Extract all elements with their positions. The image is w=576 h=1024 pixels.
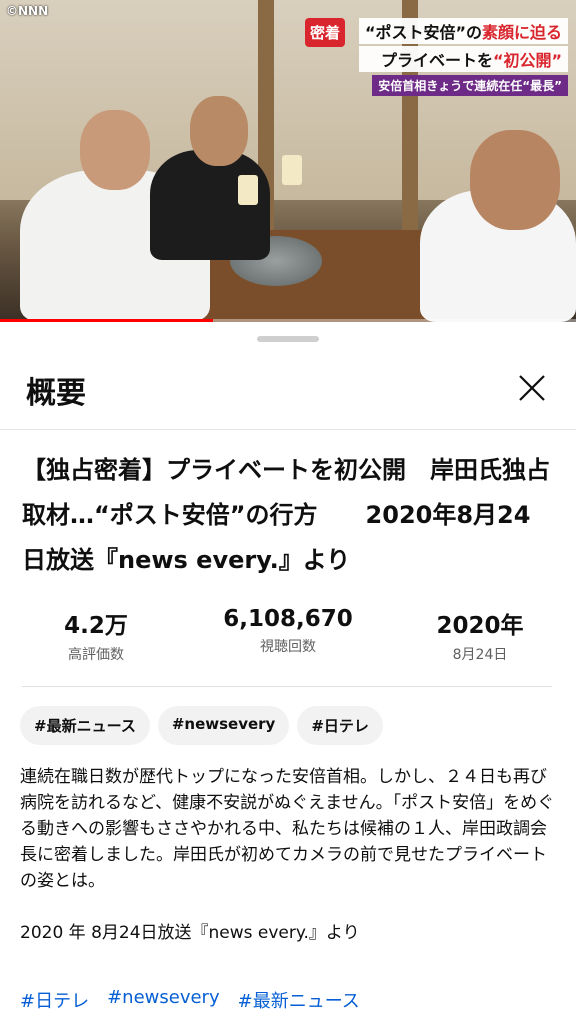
caption-line-2: プライベートを“初公開” (358, 46, 568, 72)
stat-value: 2020年 (436, 613, 524, 639)
video-glass (282, 155, 302, 185)
description-text: 連続在職日数が歴代トップになった安倍首相。しかし、２４日も再び病院を訪れるなど、… (20, 767, 555, 891)
video-person-head (470, 130, 560, 230)
caption-line-1: “ポスト安倍”の素顔に迫る (358, 18, 568, 44)
hashtag-chips: #最新ニュース #newsevery #日テレ (20, 706, 383, 745)
chip-latest-news[interactable]: #最新ニュース (20, 706, 150, 745)
video-title: 【独占密着】プライベートを初公開 岸田氏独占取材…“ポスト安倍”の行方 2020… (22, 456, 550, 574)
divider (0, 429, 576, 430)
stat-views: 6,108,670 視聴回数 (192, 606, 384, 664)
video-person-head (190, 96, 248, 166)
stat-value: 4.2万 (64, 613, 128, 639)
drag-handle[interactable] (257, 336, 319, 342)
caption-tag: 密着 (304, 18, 345, 47)
broadcast-note: 2020 年 8月24日放送『news every.』より (20, 923, 360, 943)
description-hashtags: #日テレ #newsevery #最新ニュース (20, 987, 360, 1013)
description-sheet: 概要 【独占密着】プライベートを初公開 岸田氏独占取材…“ポスト安倍”の行方 2… (0, 322, 576, 1024)
stat-likes: 4.2万 高評価数 (0, 606, 192, 664)
divider (22, 686, 552, 687)
sheet-title: 概要 (26, 376, 86, 411)
chip-ntv[interactable]: #日テレ (297, 706, 383, 745)
video-description: 連続在職日数が歴代トップになった安倍首相。しかし、２４日も再び病院を訪れるなど、… (20, 764, 560, 946)
video-glass (238, 175, 258, 205)
video-caption: 密着 “ポスト安倍”の素顔に迫る プライベートを“初公開” 安倍首相きょうで連続… (304, 18, 568, 96)
stat-date: 2020年 8月24日 (384, 606, 576, 664)
caption-line-3: 安倍首相きょうで連続在任“最長” (372, 75, 568, 96)
close-icon (519, 375, 545, 401)
hashtag-link[interactable]: #最新ニュース (238, 987, 360, 1013)
broadcaster-logo: ©NNN (6, 4, 49, 18)
hashtag-link[interactable]: #日テレ (20, 987, 89, 1013)
hashtag-link[interactable]: #newsevery (107, 987, 220, 1013)
video-stats: 4.2万 高評価数 6,108,670 視聴回数 2020年 8月24日 (0, 606, 576, 664)
video-person-head (80, 110, 150, 190)
stat-label: 高評価数 (68, 647, 124, 663)
stat-value: 6,108,670 (223, 606, 353, 632)
video-player[interactable]: ©NNN 密着 “ポスト安倍”の素顔に迫る プライベートを“初公開” 安倍首相き… (0, 0, 576, 322)
chip-newsevery[interactable]: #newsevery (157, 706, 290, 745)
stat-label: 8月24日 (452, 647, 508, 663)
close-button[interactable] (512, 368, 552, 408)
video-person (150, 150, 270, 260)
stat-label: 視聴回数 (260, 639, 316, 655)
